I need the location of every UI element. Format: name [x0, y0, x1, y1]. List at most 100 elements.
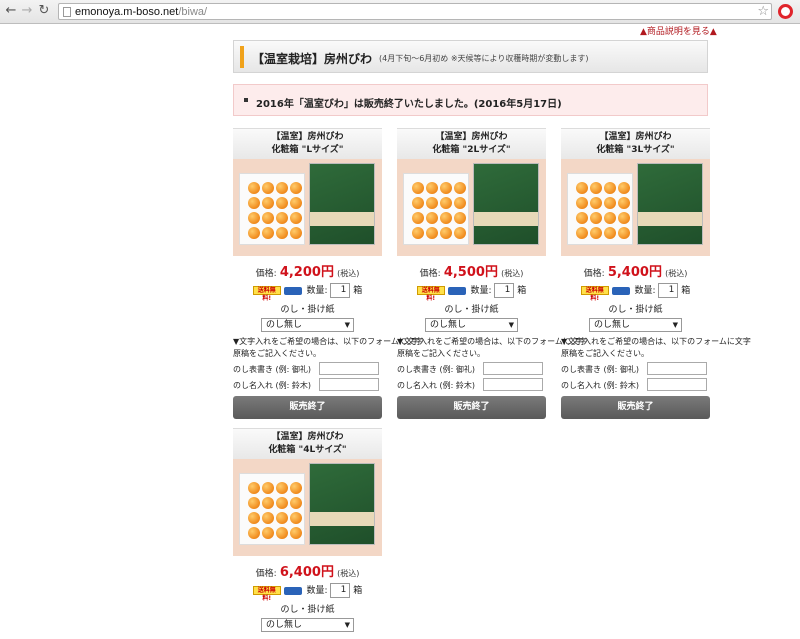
- loquat-fruit: [248, 182, 260, 194]
- sold-out-button[interactable]: 販売終了: [397, 396, 546, 419]
- dropdown-arrow-icon: ▼: [344, 621, 350, 629]
- noshi-name-row: のし名入れ (例: 鈴木): [233, 378, 382, 392]
- product-card: 【温室】房州びわ 化粧箱 "2Lサイズ" 価格: 4,500円 (税込) 送料無…: [397, 128, 587, 419]
- loquat-fruit: [590, 227, 602, 239]
- loquat-fruit: [618, 197, 630, 209]
- noshi-title-label: のし表書き (例: 御礼): [561, 365, 640, 374]
- loquat-fruit: [290, 227, 302, 239]
- noshi-label: のし・掛け紙: [608, 305, 663, 315]
- free-shipping-badge: 送料無料!: [580, 286, 609, 302]
- noshi-select-value: のし無し: [430, 320, 467, 330]
- noshi-select[interactable]: のし無し ▼: [261, 318, 354, 332]
- product-card: 【温室】房州びわ 化粧箱 "Lサイズ" 価格: 4,200円 (税込) 送料無料…: [233, 128, 423, 419]
- loquat-fruit: [276, 182, 288, 194]
- loquat-box-lid: [473, 163, 539, 245]
- noshi-title-input[interactable]: [483, 362, 543, 375]
- quantity-label: 数量:: [306, 586, 328, 596]
- loquat-fruit: [590, 182, 602, 194]
- price-label: 価格:: [255, 569, 277, 579]
- price-label: 価格:: [583, 269, 605, 279]
- page-icon: [63, 7, 71, 17]
- loquat-fruit: [426, 197, 438, 209]
- loquat-fruit: [290, 482, 302, 494]
- quantity-input[interactable]: 1: [330, 283, 351, 298]
- loquat-fruit: [454, 182, 466, 194]
- tax-label: (税込): [501, 269, 524, 278]
- noshi-help-text: ▼文字入れをご希望の場合は、以下のフォームに文字原稿をご記入ください。: [561, 337, 751, 358]
- loquat-fruit: [412, 212, 424, 224]
- noshi-select-value: のし無し: [266, 320, 303, 330]
- quantity-label: 数量:: [470, 286, 492, 296]
- price-label: 価格:: [419, 269, 441, 279]
- bullet-icon: [244, 98, 248, 102]
- quantity-unit: 箱: [353, 286, 363, 296]
- noshi-help-text: ▼文字入れをご希望の場合は、以下のフォームに文字原稿をご記入ください。: [233, 337, 423, 358]
- product-image[interactable]: [233, 459, 382, 556]
- sold-out-button[interactable]: 販売終了: [561, 396, 710, 419]
- loquat-fruit: [576, 197, 588, 209]
- loquat-fruit: [248, 512, 260, 524]
- noshi-select[interactable]: のし無し ▼: [425, 318, 518, 332]
- loquat-fruit: [454, 227, 466, 239]
- loquat-fruit: [440, 182, 452, 194]
- quantity-unit: 箱: [353, 586, 363, 596]
- quantity-row: 送料無料! 数量: 1 箱: [233, 283, 382, 302]
- noshi-name-row: のし名入れ (例: 鈴木): [561, 378, 710, 392]
- noshi-label: のし・掛け紙: [280, 305, 335, 315]
- back-icon[interactable]: ←: [4, 4, 18, 18]
- forward-icon[interactable]: →: [20, 4, 34, 18]
- dropdown-arrow-icon: ▼: [508, 321, 514, 329]
- loquat-fruit: [262, 512, 274, 524]
- opera-icon[interactable]: [778, 4, 793, 19]
- quantity-input[interactable]: 1: [330, 583, 351, 598]
- loquat-fruit: [290, 182, 302, 194]
- address-bar[interactable]: emonoya.m-boso.net/biwa/ ☆: [58, 3, 772, 20]
- loquat-fruit: [262, 497, 274, 509]
- loquat-fruit: [248, 197, 260, 209]
- loquat-fruit: [262, 182, 274, 194]
- loquat-fruit: [248, 497, 260, 509]
- noshi-name-input[interactable]: [647, 378, 707, 391]
- quantity-input[interactable]: 1: [658, 283, 679, 298]
- sold-out-button[interactable]: 販売終了: [233, 396, 382, 419]
- loquat-fruit: [262, 197, 274, 209]
- quantity-unit: 箱: [517, 286, 527, 296]
- free-shipping-badge: 送料無料!: [252, 586, 281, 602]
- noshi-name-input[interactable]: [319, 378, 379, 391]
- noshi-title-input[interactable]: [647, 362, 707, 375]
- loquat-fruit: [276, 227, 288, 239]
- quantity-row: 送料無料! 数量: 1 箱: [233, 583, 382, 602]
- truck-icon: [283, 586, 302, 595]
- product-title-line2: 化粧箱 "2Lサイズ": [432, 145, 511, 155]
- product-card: 【温室】房州びわ 化粧箱 "4Lサイズ" 価格: 6,400円 (税込) 送料無…: [233, 428, 382, 632]
- loquat-fruit: [262, 227, 274, 239]
- quantity-row: 送料無料! 数量: 1 箱: [561, 283, 710, 302]
- reload-icon[interactable]: ↻: [37, 4, 51, 18]
- product-title: 【温室】房州びわ 化粧箱 "2Lサイズ": [397, 128, 546, 159]
- noshi-select[interactable]: のし無し ▼: [589, 318, 682, 332]
- loquat-fruit: [276, 197, 288, 209]
- price-row: 価格: 4,200円 (税込): [233, 261, 382, 280]
- loquat-fruit: [412, 182, 424, 194]
- loquat-fruit: [276, 527, 288, 539]
- noshi-name-input[interactable]: [483, 378, 543, 391]
- price-row: 価格: 4,500円 (税込): [397, 261, 546, 280]
- product-image[interactable]: [233, 159, 382, 256]
- quantity-input[interactable]: 1: [494, 283, 515, 298]
- loquat-fruit: [576, 227, 588, 239]
- noshi-select[interactable]: のし無し ▼: [261, 618, 354, 632]
- loquat-fruit: [276, 497, 288, 509]
- noshi-name-row: のし名入れ (例: 鈴木): [397, 378, 546, 392]
- loquat-fruit: [248, 482, 260, 494]
- bookmark-star-icon[interactable]: ☆: [757, 4, 769, 19]
- product-title-line1: 【温室】房州びわ: [271, 132, 344, 142]
- noshi-label: のし・掛け紙: [280, 605, 335, 615]
- loquat-fruit: [276, 512, 288, 524]
- noshi-name-label: のし名入れ (例: 鈴木): [233, 381, 312, 390]
- noshi-title-input[interactable]: [319, 362, 379, 375]
- product-description-link[interactable]: ▲商品説明を見る▲: [640, 24, 717, 37]
- truck-icon: [611, 286, 630, 295]
- product-image[interactable]: [397, 159, 546, 256]
- product-image[interactable]: [561, 159, 710, 256]
- notice-box: 2016年「温室びわ」は販売終了いたしました。(2016年5月17日): [233, 84, 708, 116]
